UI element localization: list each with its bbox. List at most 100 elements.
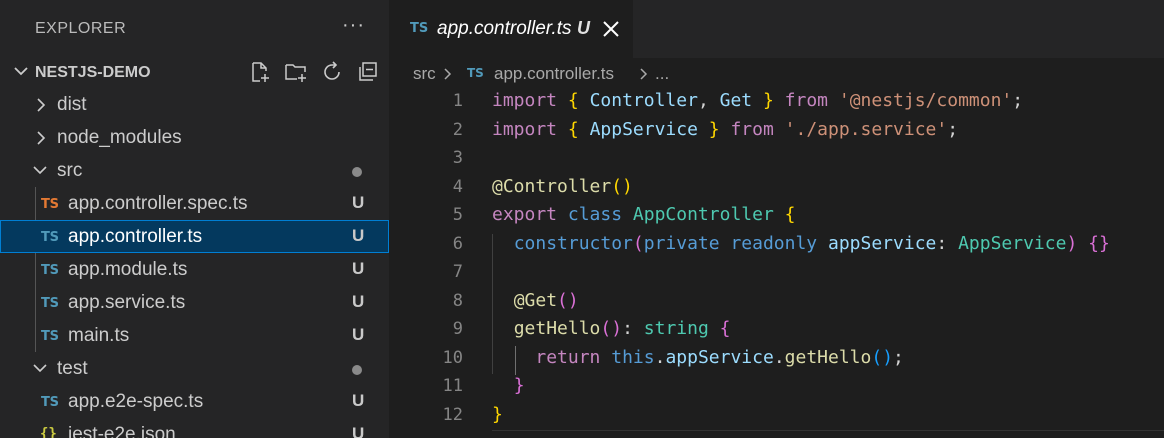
code-text: @Controller() — [492, 175, 633, 197]
code-text: export class AppController { — [492, 204, 796, 225]
tree-item-src[interactable]: src — [0, 154, 389, 187]
typescript-icon: TS — [41, 197, 59, 212]
tree-item-label: app.controller.ts — [68, 226, 203, 247]
code-line: 3 — [389, 145, 1164, 174]
tree-item-app-e2e-spec[interactable]: TS app.e2e-spec.ts U — [0, 385, 389, 418]
chevron-right-icon — [37, 131, 46, 145]
code-text: constructor(private readonly appService:… — [513, 232, 1110, 254]
tree-item-label: src — [57, 160, 83, 181]
line-number: 7 — [452, 262, 463, 282]
typescript-icon: TS — [41, 296, 59, 311]
tree-item-jest-e2e[interactable]: {} jest-e2e.json U — [0, 418, 389, 438]
code-text: import { Controller, Get } from '@nestjs… — [492, 90, 1024, 111]
line-number: 3 — [452, 148, 463, 168]
code-editor[interactable]: 1 import { Controller, Get } from '@nestj… — [389, 88, 1164, 438]
chevron-down-icon — [33, 364, 47, 373]
code-text: } — [513, 375, 525, 396]
typescript-icon: TS — [467, 66, 484, 80]
line-number: 11 — [442, 376, 463, 396]
tab-label: app.controller.ts — [437, 18, 572, 39]
chevron-down-icon — [33, 166, 47, 175]
tree-item-label: dist — [57, 94, 87, 115]
tree-item-label: node_modules — [57, 127, 182, 148]
breadcrumb-more[interactable]: ... — [655, 64, 669, 84]
close-icon[interactable] — [599, 17, 623, 41]
code-line: 11 } — [389, 373, 1164, 402]
editor-pane: TS app.controller.ts U src TS app.contro… — [389, 0, 1164, 438]
tree-item-label: main.ts — [68, 325, 130, 346]
project-root-row[interactable]: NESTJS-DEMO — [0, 58, 389, 88]
line-number: 5 — [452, 205, 463, 225]
line-number: 9 — [452, 319, 463, 339]
tree-item-dist[interactable]: dist — [0, 88, 389, 121]
breadcrumb-file[interactable]: app.controller.ts — [494, 64, 614, 84]
code-line: 2 import { AppService } from './app.servi… — [389, 117, 1164, 146]
tree-item-label: test — [57, 358, 88, 379]
tree-item-label: app.module.ts — [68, 259, 188, 280]
new-file-icon[interactable] — [248, 60, 272, 84]
typescript-icon: TS — [41, 395, 59, 410]
chevron-right-icon — [640, 68, 648, 80]
tree-item-test[interactable]: test — [0, 352, 389, 385]
untracked-status: U — [577, 18, 590, 38]
tree-item-label: app.service.ts — [68, 292, 186, 313]
line-number: 1 — [452, 91, 463, 111]
untracked-status: U — [352, 259, 365, 278]
code-line: 6 constructor(private readonly appServic… — [389, 231, 1164, 260]
untracked-status: U — [352, 424, 365, 438]
code-line: 12} — [389, 402, 1164, 431]
line-number: 6 — [452, 233, 463, 254]
typescript-icon: TS — [41, 263, 59, 278]
tree-item-label: app.e2e-spec.ts — [68, 391, 204, 412]
current-line-highlight — [492, 430, 1164, 431]
tree-item-app-service[interactable]: TS app.service.ts U — [0, 286, 389, 319]
code-line: 9 getHello(): string { — [389, 316, 1164, 345]
tree-item-app-controller-spec[interactable]: TS app.controller.spec.ts U — [0, 187, 389, 220]
line-number: 10 — [442, 347, 463, 368]
code-text: @Get() — [513, 289, 579, 311]
line-number: 2 — [452, 119, 463, 140]
json-icon: {} — [40, 426, 57, 438]
untracked-status: U — [352, 391, 365, 410]
new-folder-icon[interactable] — [284, 60, 308, 84]
code-text: import { AppService } from './app.servic… — [492, 118, 959, 140]
code-text: return this.appService.getHello(); — [535, 346, 904, 368]
tree-item-label: jest-e2e.json — [68, 424, 176, 438]
collapse-all-icon[interactable] — [356, 60, 380, 84]
explorer-header: EXPLORER ··· — [0, 0, 389, 58]
explorer-sidebar: EXPLORER ··· NESTJS-DEMO dist node_modul… — [0, 0, 389, 438]
project-name: NESTJS-DEMO — [35, 64, 151, 81]
tree-item-label: app.controller.spec.ts — [68, 193, 248, 214]
tree-item-app-module[interactable]: TS app.module.ts U — [0, 253, 389, 286]
untracked-status: U — [352, 325, 365, 344]
code-line: 5 export class AppController { — [389, 202, 1164, 231]
code-text: } — [492, 403, 503, 425]
tab-bar: TS app.controller.ts U — [389, 0, 1164, 58]
line-number: 12 — [442, 404, 463, 425]
explorer-title: EXPLORER — [35, 20, 127, 37]
more-actions-button[interactable]: ··· — [342, 14, 365, 37]
chevron-right-icon — [444, 68, 452, 80]
modified-dot — [352, 167, 362, 177]
typescript-icon: TS — [41, 329, 59, 344]
untracked-status: U — [352, 193, 365, 212]
code-line: 10 return this.appService.getHello(); — [389, 345, 1164, 374]
code-line: 7 — [389, 259, 1164, 288]
untracked-status: U — [352, 292, 365, 311]
modified-dot — [352, 365, 362, 375]
refresh-icon[interactable] — [320, 60, 344, 84]
tab-app-controller[interactable]: TS app.controller.ts U — [389, 0, 633, 58]
tree-item-node-modules[interactable]: node_modules — [0, 121, 389, 154]
code-line: 1 import { Controller, Get } from '@nestj… — [389, 88, 1164, 117]
code-line: 4 @Controller() — [389, 174, 1164, 203]
line-number: 4 — [452, 176, 463, 197]
breadcrumb-folder[interactable]: src — [413, 64, 436, 84]
chevron-right-icon — [37, 98, 46, 112]
line-number: 8 — [452, 290, 463, 311]
code-text: getHello(): string { — [513, 318, 731, 339]
tree-item-app-controller[interactable]: TS app.controller.ts U — [0, 220, 389, 253]
untracked-status: U — [352, 226, 365, 245]
chevron-down-icon — [14, 67, 28, 76]
typescript-icon: TS — [410, 21, 429, 36]
tree-item-main[interactable]: TS main.ts U — [0, 319, 389, 352]
